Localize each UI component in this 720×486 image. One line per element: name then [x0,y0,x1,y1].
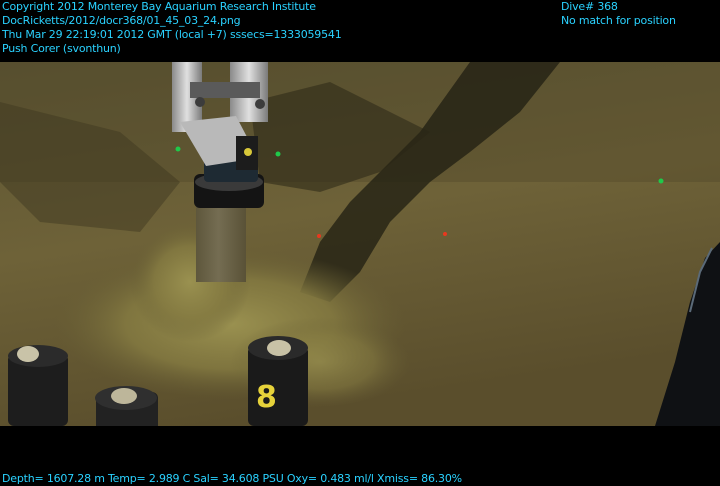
timestamp-line: Thu Mar 29 22:19:01 2012 GMT (local +7) … [2,28,342,41]
header-info-left: Copyright 2012 Monterey Bay Aquarium Res… [2,0,342,56]
copyright-line: Copyright 2012 Monterey Bay Aquarium Res… [2,0,316,13]
file-path-line: DocRicketts/2012/docr368/01_45_03_24.png [2,14,241,27]
seafloor-video-frame: 8 [0,62,720,426]
laser-dot-red [443,232,447,236]
header-info-right: Dive# 368 No match for position [561,0,676,28]
core-tube-labeled: 8 [248,336,308,426]
laser-dot-red [317,234,321,238]
laser-dot-green [175,146,181,152]
dive-number: Dive# 368 [561,0,618,13]
core-tube-middle [95,386,158,426]
laser-dot-green [658,178,664,184]
core-tube-number: 8 [256,380,277,415]
tool-line: Push Corer (svonthun) [2,42,121,55]
sensor-readout: Depth= 1607.28 m Temp= 2.989 C Sal= 34.6… [2,472,462,485]
position-status: No match for position [561,14,676,27]
laser-dot-green [275,151,281,157]
core-tube-left [8,345,68,426]
